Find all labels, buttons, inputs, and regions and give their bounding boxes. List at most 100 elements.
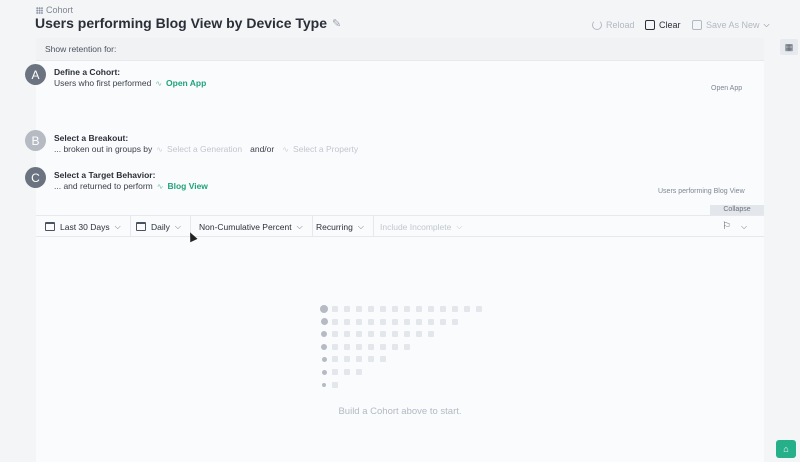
step-text: Users who first performed [54,78,152,88]
chevron-down-icon: ⌵ [114,221,121,231]
reload-icon [592,20,602,30]
placeholder-cell [392,331,398,338]
chevron-down-icon: ⌵ [357,221,364,231]
placeholder-cell [332,331,338,338]
placeholder-cell [428,318,434,325]
event-open-app[interactable]: Open App [166,78,206,88]
clear-icon [645,20,655,30]
placeholder-cell [356,343,362,350]
step-badge: C [25,167,46,188]
andor-label: and/or [250,144,275,154]
date-range-label: Last 30 Days [60,221,110,232]
chevron-down-icon: ⌵ [174,221,181,231]
placeholder-cell [344,331,350,338]
page-title: Users performing Blog View by Device Typ… [35,15,341,31]
breadcrumb[interactable]: Cohort [36,5,73,15]
metric-label: Non-Cumulative Percent [199,221,292,232]
chevron-down-icon: ⌵ [296,221,303,231]
page-title-text: Users performing Blog View by Device Typ… [35,15,328,31]
interval-select[interactable]: Daily ⌵ [136,216,191,237]
step-text: ... and returned to perform [54,181,153,191]
placeholder-cell [344,343,350,350]
save-as-new-button[interactable]: Save As New ⌵ [692,20,770,30]
placeholder-cell [356,356,362,363]
placeholder-cell [356,369,362,375]
step-subtext: Users who first performed ∿ Open App [54,78,206,88]
placeholder-cell [476,306,482,312]
target-summary-label: Users performing Blog View [658,188,745,195]
mode-label: Recurring [316,221,353,232]
clear-label: Clear [659,20,681,30]
chevron-down-icon: ⌵ [763,20,770,29]
annotation-flag-button[interactable]: ⚐ [722,216,731,237]
placeholder-cell [344,369,350,375]
step-text: ... broken out in groups by [54,144,153,154]
step-subtext: ... and returned to perform ∿ Blog View [54,181,208,191]
mode-select[interactable]: Recurring ⌵ [316,216,374,237]
placeholder-cell [416,318,422,325]
placeholder-cell [404,343,410,350]
query-panel: Show retention for: A Define a Cohort: U… [25,38,764,462]
help-button[interactable]: ⌂ [776,440,796,458]
date-range-select[interactable]: Last 30 Days ⌵ [45,216,131,237]
reload-button[interactable]: Reload [592,20,635,30]
empty-state-message: Build a Cohort above to start. [338,406,462,417]
placeholder-cell [332,356,338,363]
placeholder-cell [368,356,374,363]
include-incomplete-select[interactable]: Include Incomplete ⌵ [380,216,462,237]
reload-label: Reload [606,20,635,30]
placeholder-dot [322,382,326,387]
clear-button[interactable]: Clear [645,20,681,30]
step-heading: Select a Target Behavior: [54,170,156,180]
placeholder-cell [380,356,386,363]
placeholder-cell [392,318,398,325]
placeholder-cell [344,306,350,312]
grid-icon [36,6,43,14]
step-badge: A [25,64,46,85]
placeholder-dot [320,318,328,326]
generation-icon: ∿ [156,144,163,154]
placeholder-cell [440,318,446,325]
placeholder-cell [428,306,434,312]
placeholder-cell [368,343,374,350]
placeholder-cell [404,331,410,338]
placeholder-cell [416,331,422,338]
placeholder-dot [320,305,328,313]
placeholder-cell [368,331,374,338]
placeholder-cell [332,318,338,325]
chevron-down-icon: ⌵ [456,221,463,231]
placeholder-cell [356,331,362,338]
metric-select[interactable]: Non-Cumulative Percent ⌵ [199,216,313,237]
step-badge: B [25,130,46,151]
placeholder-cell [404,318,410,325]
placeholder-cell [344,318,350,325]
placeholder-cell [452,318,458,325]
placeholder-cell [332,369,338,375]
retention-header: Show retention for: [36,38,764,61]
placeholder-cell [428,331,434,338]
step-heading: Select a Breakout: [54,133,129,143]
collapse-button[interactable]: Collapse [710,205,764,215]
options-menu-button[interactable]: ⌵ [741,216,747,237]
placeholder-cell [392,306,398,312]
select-property-link[interactable]: Select a Property [293,144,358,154]
placeholder-cell [380,343,386,350]
calendar-icon [136,222,146,231]
placeholder-cell [332,343,338,350]
placeholder-cell [368,306,374,312]
placeholder-cell [464,306,470,312]
placeholder-cell [392,343,398,350]
step-heading: Define a Cohort: [54,67,121,77]
event-blog-view[interactable]: Blog View [167,181,207,191]
flag-icon: ⚐ [722,221,731,232]
select-generation-link[interactable]: Select a Generation [167,144,242,154]
placeholder-dot [321,343,327,350]
incomplete-label: Include Incomplete [380,221,452,232]
table-view-button[interactable]: ▦ [780,39,798,55]
page-header: Cohort Users performing Blog View by Dev… [0,0,800,38]
chevron-down-icon: ⌵ [741,221,748,231]
property-icon: ∿ [282,144,289,154]
placeholder-cell [452,306,458,312]
pencil-icon[interactable]: ✎ [332,17,341,30]
breadcrumb-label: Cohort [46,5,74,15]
